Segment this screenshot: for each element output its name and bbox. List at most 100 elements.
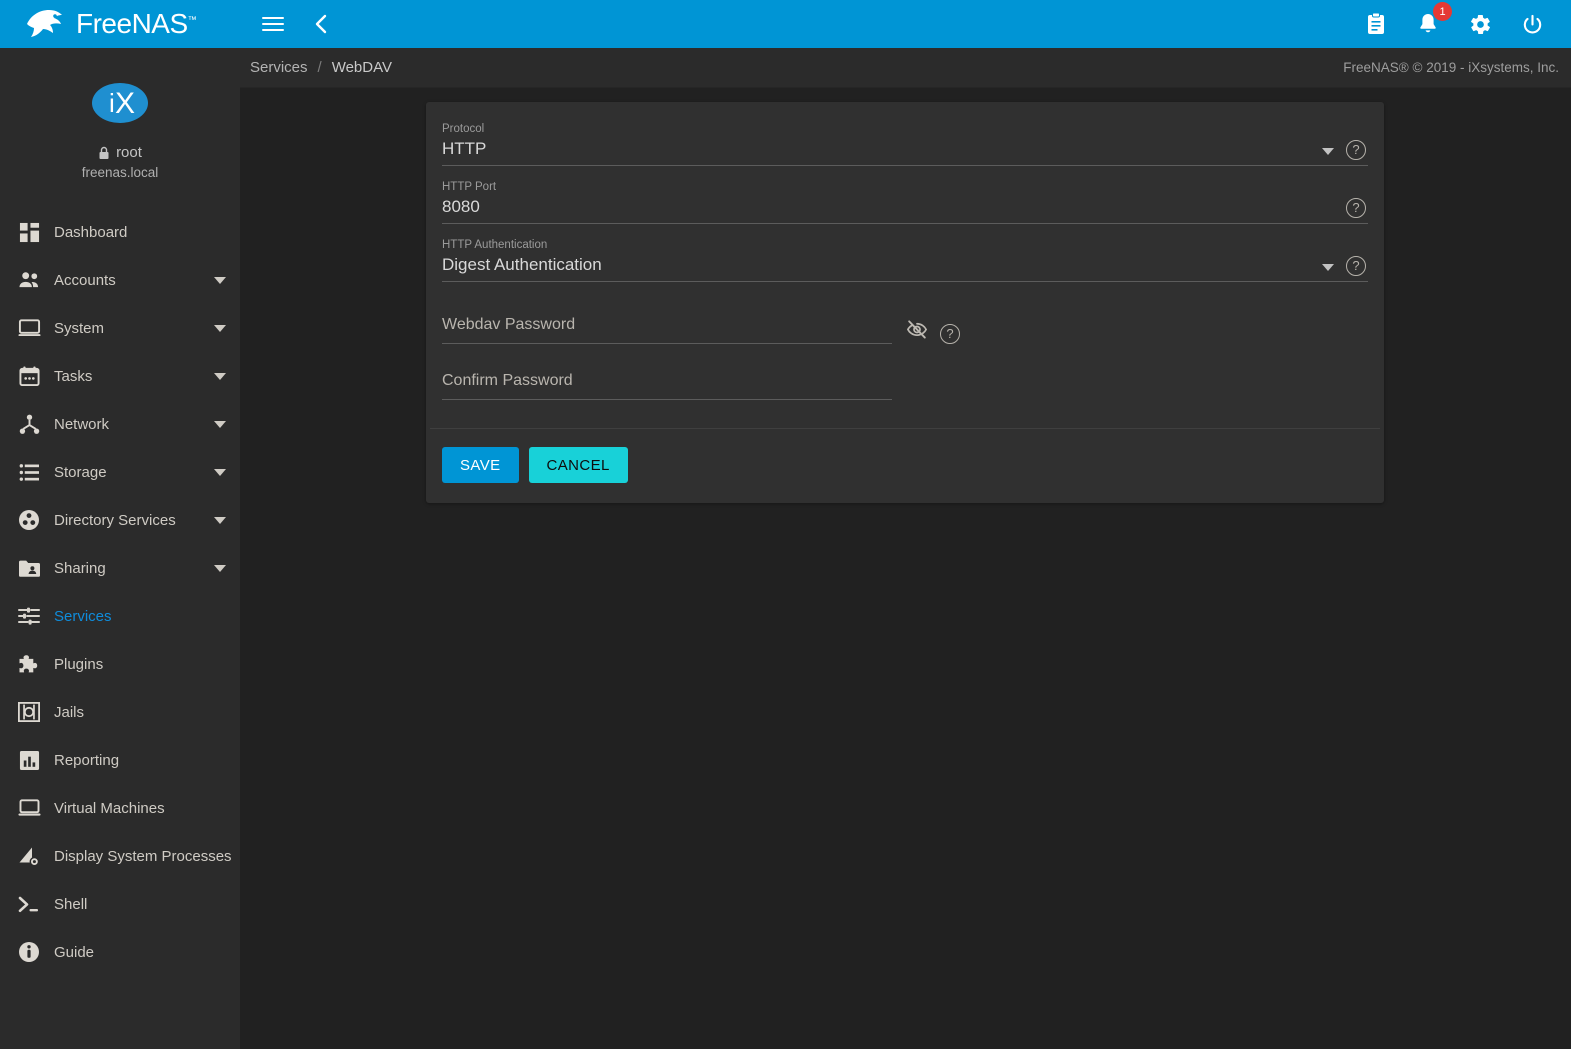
sidebar-item-directory-services[interactable]: Directory Services bbox=[0, 496, 240, 544]
sidebar-item-label: Reporting bbox=[54, 751, 120, 769]
network-icon bbox=[12, 411, 46, 437]
breadcrumb-bar: Services / WebDAV FreeNAS® © 2019 - iXsy… bbox=[240, 48, 1571, 88]
confirm-password-field[interactable]: Confirm Password bbox=[442, 368, 1368, 400]
info-circle-icon bbox=[12, 939, 46, 965]
dashboard-icon bbox=[12, 219, 46, 245]
brand-logo[interactable]: FreeNAS™ bbox=[0, 0, 240, 48]
http-port-label: HTTP Port bbox=[442, 181, 497, 193]
cancel-button[interactable]: CANCEL bbox=[528, 447, 628, 483]
sidebar: i X root freenas.local Dashboard Account… bbox=[0, 48, 240, 1049]
bar-chart-icon bbox=[12, 747, 46, 773]
http-authentication-field[interactable]: HTTP Authentication Digest Authenticatio… bbox=[442, 238, 1368, 282]
sidebar-item-dashboard[interactable]: Dashboard bbox=[0, 208, 240, 256]
username-label: root bbox=[116, 144, 142, 161]
sidebar-item-services[interactable]: Services bbox=[0, 592, 240, 640]
services-sliders-icon bbox=[12, 603, 46, 629]
sidebar-item-label: Network bbox=[54, 415, 110, 433]
sidebar-item-label: Display System Processes bbox=[54, 847, 232, 865]
processes-icon bbox=[12, 843, 46, 869]
visibility-off-icon[interactable] bbox=[906, 319, 928, 344]
top-bar: FreeNAS™ 1 bbox=[0, 0, 1571, 48]
chevron-down-icon[interactable] bbox=[214, 468, 226, 476]
sidebar-item-guide[interactable]: Guide bbox=[0, 928, 240, 976]
chevron-down-icon[interactable] bbox=[214, 516, 226, 524]
sidebar-item-label: Directory Services bbox=[54, 511, 176, 529]
sidebar-item-tasks[interactable]: Tasks bbox=[0, 352, 240, 400]
sidebar-item-display-system-processes[interactable]: Display System Processes bbox=[0, 832, 240, 880]
hamburger-menu-icon[interactable] bbox=[258, 9, 288, 39]
sidebar-item-label: Tasks bbox=[54, 367, 93, 385]
form-actions: SAVE CANCEL bbox=[426, 429, 1384, 503]
sidebar-item-label: Virtual Machines bbox=[54, 799, 165, 817]
system-monitor-icon bbox=[12, 315, 46, 341]
http-port-field[interactable]: HTTP Port 8080 ? bbox=[442, 180, 1368, 224]
chevron-down-icon[interactable] bbox=[214, 420, 226, 428]
confirm-password-input[interactable]: Confirm Password bbox=[442, 368, 892, 400]
terminal-prompt-icon bbox=[12, 891, 46, 917]
jails-icon bbox=[12, 699, 46, 725]
power-icon[interactable] bbox=[1517, 9, 1547, 39]
sidebar-item-network[interactable]: Network bbox=[0, 400, 240, 448]
chevron-down-icon[interactable] bbox=[214, 564, 226, 572]
chevron-down-icon[interactable] bbox=[214, 276, 226, 284]
sidebar-item-label: Shell bbox=[54, 895, 88, 913]
puzzle-piece-icon bbox=[12, 651, 46, 677]
dropdown-arrow-icon[interactable] bbox=[1322, 264, 1334, 271]
avatar[interactable]: i X bbox=[89, 72, 151, 134]
webdav-settings-card: Protocol HTTP ? HTTP Port 8080 ? HTTP Au… bbox=[426, 102, 1384, 503]
svg-text:X: X bbox=[115, 87, 135, 120]
form-fields: Protocol HTTP ? HTTP Port 8080 ? HTTP Au… bbox=[426, 102, 1384, 428]
sidebar-nav: Dashboard Accounts System Tasks Network … bbox=[0, 208, 240, 976]
sidebar-item-label: Jails bbox=[54, 703, 85, 721]
storage-list-icon bbox=[12, 459, 46, 485]
main-content: Protocol HTTP ? HTTP Port 8080 ? HTTP Au… bbox=[240, 88, 1571, 1049]
sidebar-item-label: Services bbox=[54, 607, 112, 625]
save-button[interactable]: SAVE bbox=[442, 447, 519, 483]
copyright-text: FreeNAS® © 2019 - iXsystems, Inc. bbox=[1343, 60, 1559, 75]
sidebar-item-jails[interactable]: Jails bbox=[0, 688, 240, 736]
http-authentication-label: HTTP Authentication bbox=[442, 239, 548, 251]
sidebar-item-shell[interactable]: Shell bbox=[0, 880, 240, 928]
help-circle-icon[interactable]: ? bbox=[1346, 140, 1366, 160]
protocol-field[interactable]: Protocol HTTP ? bbox=[442, 122, 1368, 166]
sidebar-item-sharing[interactable]: Sharing bbox=[0, 544, 240, 592]
lock-icon bbox=[99, 146, 109, 159]
help-circle-icon[interactable]: ? bbox=[1346, 256, 1366, 276]
http-port-input[interactable]: 8080 bbox=[442, 194, 1368, 224]
sidebar-item-storage[interactable]: Storage bbox=[0, 448, 240, 496]
notification-badge: 1 bbox=[1433, 2, 1452, 21]
protocol-select-value[interactable]: HTTP bbox=[442, 136, 1368, 166]
calendar-icon bbox=[12, 363, 46, 389]
freenas-fish-logo bbox=[27, 10, 62, 37]
sidebar-item-accounts[interactable]: Accounts bbox=[0, 256, 240, 304]
help-circle-icon[interactable]: ? bbox=[1346, 198, 1366, 218]
sidebar-item-reporting[interactable]: Reporting bbox=[0, 736, 240, 784]
sidebar-item-label: Dashboard bbox=[54, 223, 128, 241]
notifications-icon[interactable]: 1 bbox=[1413, 2, 1452, 39]
sidebar-item-virtual-machines[interactable]: Virtual Machines bbox=[0, 784, 240, 832]
sidebar-item-label: Plugins bbox=[54, 655, 104, 673]
sidebar-item-label: Accounts bbox=[54, 271, 116, 289]
webdav-password-field[interactable]: Webdav Password ? bbox=[442, 312, 1368, 344]
sidebar-item-label: System bbox=[54, 319, 105, 337]
sidebar-item-label: Sharing bbox=[54, 559, 106, 577]
dropdown-arrow-icon[interactable] bbox=[1322, 148, 1334, 155]
http-authentication-select-value[interactable]: Digest Authentication bbox=[442, 252, 1368, 282]
help-circle-icon[interactable]: ? bbox=[940, 324, 960, 344]
protocol-label: Protocol bbox=[442, 123, 485, 135]
sidebar-item-plugins[interactable]: Plugins bbox=[0, 640, 240, 688]
breadcrumb-item-services[interactable]: Services bbox=[250, 59, 308, 76]
breadcrumb-separator: / bbox=[317, 59, 322, 76]
chevron-down-icon[interactable] bbox=[214, 372, 226, 380]
breadcrumb-item-webdav[interactable]: WebDAV bbox=[332, 59, 392, 76]
clipboard-icon[interactable] bbox=[1361, 9, 1391, 39]
username-row: root bbox=[0, 144, 240, 161]
gear-icon[interactable] bbox=[1465, 9, 1495, 39]
webdav-password-input[interactable]: Webdav Password bbox=[442, 312, 892, 344]
svg-text:i: i bbox=[109, 88, 115, 118]
sidebar-item-system[interactable]: System bbox=[0, 304, 240, 352]
chevron-left-icon[interactable] bbox=[306, 9, 336, 39]
sidebar-item-label: Storage bbox=[54, 463, 107, 481]
accounts-people-icon bbox=[12, 267, 46, 293]
chevron-down-icon[interactable] bbox=[214, 324, 226, 332]
